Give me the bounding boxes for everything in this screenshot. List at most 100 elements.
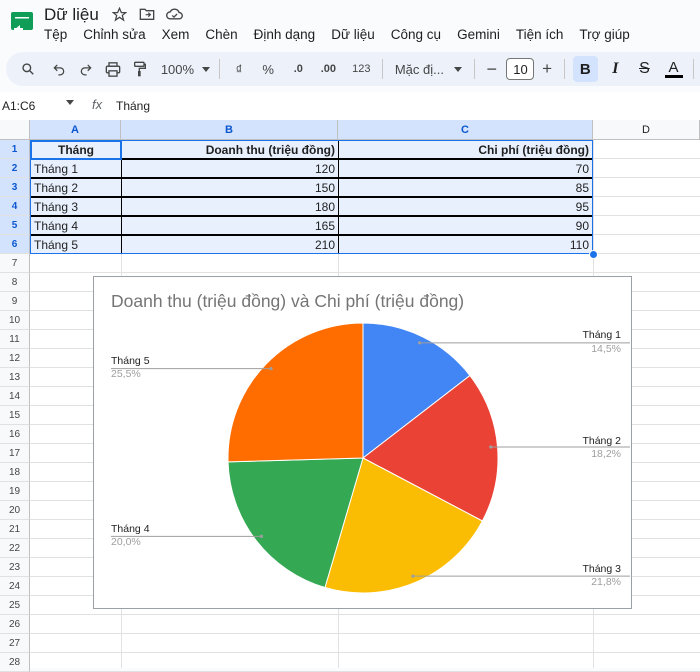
grid-line <box>30 272 700 273</box>
star-icon[interactable] <box>110 5 128 23</box>
row-header[interactable]: 9 <box>0 292 30 311</box>
font-size-field[interactable]: 10 <box>506 55 535 83</box>
percent-thang-1: 14,5% <box>591 343 621 355</box>
row-header[interactable]: 19 <box>0 482 30 501</box>
percent-format-button[interactable]: % <box>258 55 279 83</box>
zoom-value: 100% <box>160 61 195 77</box>
row-header[interactable]: 1 <box>0 140 30 159</box>
zoom-select[interactable]: 100% <box>159 55 211 83</box>
row-header[interactable]: 23 <box>0 558 30 577</box>
leader-dot-2 <box>489 445 493 449</box>
row-header[interactable]: 24 <box>0 577 30 596</box>
menu-format[interactable]: Định dạng <box>246 26 324 44</box>
percent-thang-2: 18,2% <box>591 448 621 460</box>
select-all-corner[interactable] <box>0 120 30 140</box>
row-header[interactable]: 26 <box>0 615 30 634</box>
menu-tools[interactable]: Công cụ <box>383 26 449 44</box>
fx-icon: fx <box>92 97 103 112</box>
row-header[interactable]: 21 <box>0 520 30 539</box>
menu-gemini[interactable]: Gemini <box>449 26 508 44</box>
menu-view[interactable]: Xem <box>154 26 198 44</box>
currency-format-button[interactable]: ₫ <box>228 55 249 83</box>
menu-extensions[interactable]: Tiện ích <box>508 26 572 44</box>
row-header[interactable]: 12 <box>0 349 30 368</box>
menu-help[interactable]: Trợ giúp <box>571 26 637 44</box>
row-header[interactable]: 7 <box>0 254 30 273</box>
pie-chart-plot <box>111 322 630 594</box>
bold-button[interactable]: B <box>572 56 598 82</box>
chevron-down-icon[interactable] <box>66 100 74 105</box>
search-menus-icon[interactable] <box>16 55 39 83</box>
increase-decimal-button[interactable]: .00 <box>316 55 341 83</box>
row-header[interactable]: 22 <box>0 539 30 558</box>
row-header[interactable]: 25 <box>0 596 30 615</box>
font-select[interactable]: Mặc đị... <box>391 55 466 83</box>
chevron-down-icon <box>202 66 211 72</box>
pie-chart[interactable]: Doanh thu (triệu đồng) và Chi phí (triệu… <box>93 276 632 609</box>
menu-data[interactable]: Dữ liệu <box>323 26 383 44</box>
column-header-b[interactable]: B <box>121 120 338 140</box>
row-header[interactable]: 28 <box>0 653 30 672</box>
row-header[interactable]: 2 <box>0 159 30 178</box>
document-title[interactable]: Dữ liệu <box>44 5 99 25</box>
column-header-d[interactable]: D <box>593 120 700 140</box>
leader-dot-5 <box>269 367 273 371</box>
formula-input[interactable]: Tháng <box>116 99 150 113</box>
redo-icon[interactable] <box>74 55 97 83</box>
menu-edit[interactable]: Chỉnh sửa <box>75 26 153 44</box>
row-header[interactable]: 10 <box>0 311 30 330</box>
row-header[interactable]: 27 <box>0 634 30 653</box>
divider <box>474 59 476 79</box>
font-value: Mặc đị... <box>394 61 444 77</box>
italic-button[interactable]: I <box>604 55 627 83</box>
label-thang-2: Tháng 2 <box>582 435 621 447</box>
chevron-down-icon <box>454 66 463 72</box>
row-header[interactable]: 15 <box>0 406 30 425</box>
print-icon[interactable] <box>101 55 124 83</box>
grid-line <box>30 633 700 634</box>
more-formats-button[interactable]: 123 <box>349 55 374 83</box>
percent-thang-3: 21,8% <box>591 576 621 588</box>
name-box[interactable]: A1:C6 <box>2 99 35 113</box>
row-header[interactable]: 14 <box>0 387 30 406</box>
sheets-logo-icon[interactable] <box>7 8 35 36</box>
strikethrough-button[interactable]: S <box>633 55 656 83</box>
divider <box>563 59 565 79</box>
divider <box>219 59 221 79</box>
fill-handle[interactable] <box>589 250 598 259</box>
row-header[interactable]: 5 <box>0 216 30 235</box>
column-header-a[interactable]: A <box>30 120 121 140</box>
title-bar: Dữ liệu Tệp Chỉnh sửa Xem Chèn Định dạng… <box>0 0 700 48</box>
row-header[interactable]: 16 <box>0 425 30 444</box>
row-header[interactable]: 4 <box>0 197 30 216</box>
percent-thang-4: 20,0% <box>111 536 141 548</box>
row-header[interactable]: 6 <box>0 235 30 254</box>
divider <box>381 59 383 79</box>
row-header[interactable]: 8 <box>0 273 30 292</box>
row-header[interactable]: 13 <box>0 368 30 387</box>
undo-icon[interactable] <box>47 55 70 83</box>
toolbar: 100% ₫ % .0 .00 123 Mặc đị... − 10 + B I… <box>6 52 700 86</box>
decrease-font-size-icon[interactable]: − <box>483 55 500 83</box>
menu-insert[interactable]: Chèn <box>197 26 245 44</box>
pie-slice-5[interactable] <box>227 322 364 463</box>
grid-line <box>30 614 700 615</box>
decrease-decimal-button[interactable]: .0 <box>287 55 310 83</box>
row-header[interactable]: 17 <box>0 444 30 463</box>
cloud-saved-icon[interactable] <box>166 5 184 23</box>
row-header[interactable]: 3 <box>0 178 30 197</box>
percent-thang-5: 25,5% <box>111 368 141 380</box>
row-header[interactable]: 20 <box>0 501 30 520</box>
grid-line <box>30 652 700 653</box>
row-header[interactable]: 11 <box>0 330 30 349</box>
active-cell-border <box>30 140 122 160</box>
row-header[interactable]: 18 <box>0 463 30 482</box>
formula-bar: A1:C6 fx Tháng <box>0 92 700 121</box>
paint-format-icon[interactable] <box>128 55 151 83</box>
text-color-button[interactable]: A <box>662 55 685 83</box>
increase-font-size-icon[interactable]: + <box>538 55 555 83</box>
column-header-c[interactable]: C <box>338 120 593 140</box>
move-folder-icon[interactable] <box>138 5 156 23</box>
text-color-swatch <box>664 75 683 78</box>
menu-file[interactable]: Tệp <box>36 26 75 44</box>
